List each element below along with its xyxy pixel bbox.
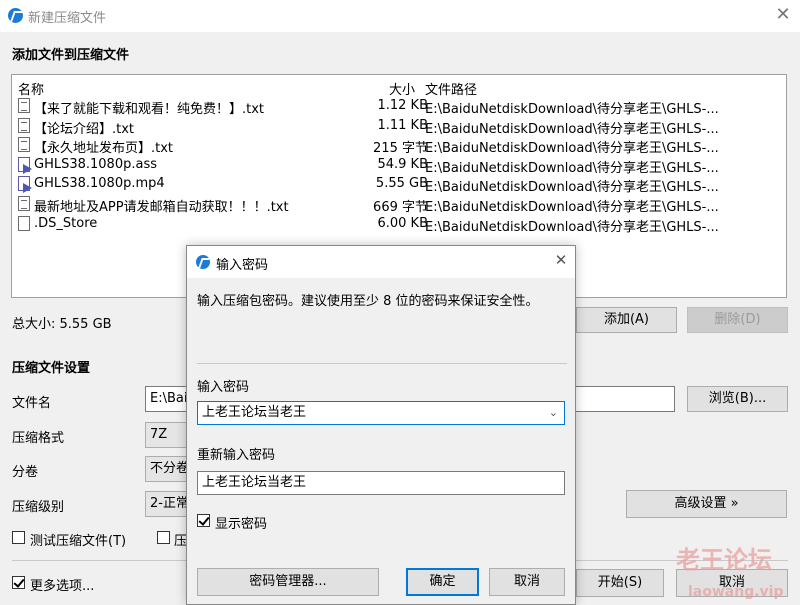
text-file-icon [18, 98, 30, 113]
start-button[interactable]: 开始(S) [576, 569, 664, 597]
media-file-icon [18, 156, 32, 174]
file-size: 5.55 GB [375, 176, 428, 192]
password-label: 输入密码 [197, 380, 250, 395]
settings-heading: 压缩文件设置 [12, 361, 91, 376]
file-row[interactable]: GHLS38.1080p.mp4 5.55 GB E:\BaiduNetdiskDo… [12, 174, 786, 196]
split-label: 分卷 [12, 465, 39, 480]
advanced-settings-button[interactable]: 高级设置 » [626, 490, 787, 518]
password-manager-button[interactable]: 密码管理器... [197, 568, 379, 596]
total-size-label: 总大小: 5.55 GB [12, 317, 112, 332]
file-size: 54.9 KB [377, 156, 428, 172]
second-option-checkbox[interactable] [157, 531, 170, 544]
more-options-label: 更多选项... [30, 579, 95, 594]
dialog-divider [197, 363, 567, 364]
more-options-checkbox[interactable] [12, 576, 25, 589]
dialog-titlebar: 输入密码 ✕ [187, 246, 575, 278]
dialog-close-icon[interactable]: ✕ [551, 251, 571, 271]
repeat-password-label: 重新输入密码 [197, 448, 276, 463]
file-row[interactable]: 最新地址及APP请发邮箱自动获取！！！.txt 669 字节 E:\BaiduNet… [12, 194, 786, 215]
delete-button[interactable]: 删除(D) [687, 307, 788, 333]
watermark-text: 老王论坛 [676, 546, 772, 574]
text-file-icon [18, 117, 30, 133]
file-name: 【来了就能下载和观看！纯免费！】.txt [34, 102, 265, 117]
file-row[interactable]: GHLS38.1080p.ass 54.9 KB E:\BaiduNetdiskDo… [12, 155, 786, 176]
password-value: 上老王论坛当老王 [202, 405, 307, 420]
file-path: E:\BaiduNetdiskDownload\待分享老王\GHLS-... [425, 160, 719, 176]
filename-label: 文件名 [12, 396, 52, 411]
file-row[interactable]: 【来了就能下载和观看！纯免费！】.txt 1.12 KB E:\BaiduNetdi… [12, 96, 786, 117]
add-files-heading: 添加文件到压缩文件 [12, 48, 130, 63]
media-file-icon [18, 176, 32, 194]
file-path: E:\BaiduNetdiskDownload\待分享老王\GHLS-... [425, 200, 719, 215]
file-size: 215 字节 [373, 141, 428, 157]
browse-button[interactable]: 浏览(B)... [687, 386, 788, 412]
file-size: 1.11 KB [377, 117, 428, 133]
show-password-label: 显示密码 [215, 517, 268, 532]
file-name: 最新地址及APP请发邮箱自动获取！！！.txt [34, 200, 289, 215]
dialog-logo-icon [196, 255, 210, 269]
dialog-ok-button[interactable]: 确定 [406, 568, 479, 596]
password-combo[interactable]: 上老王论坛当老王 ⌄ [197, 401, 565, 425]
show-password-checkbox[interactable] [197, 514, 210, 527]
file-name: 【论坛介绍】.txt [34, 121, 135, 137]
file-row[interactable]: 【论坛介绍】.txt 1.11 KB E:\BaiduNetdiskDownload… [12, 116, 786, 137]
file-size: 669 字节 [373, 200, 428, 215]
app-logo-icon [8, 8, 23, 23]
text-file-icon [18, 137, 30, 153]
chevron-down-icon[interactable]: ⌄ [549, 402, 558, 424]
close-icon[interactable]: ✕ [772, 4, 794, 26]
file-name: GHLS38.1080p.mp4 [34, 176, 165, 192]
level-label: 压缩级别 [12, 500, 65, 515]
file-path: E:\BaiduNetdiskDownload\待分享老王\GHLS-... [425, 141, 719, 157]
file-size: 6.00 KB [377, 215, 428, 231]
text-file-icon [18, 196, 30, 211]
file-name: 【永久地址发布页】.txt [34, 141, 174, 157]
repeat-password-input[interactable]: 上老王论坛当老王 [197, 471, 565, 495]
file-row[interactable]: .DS_Store 6.00 KB E:\BaiduNetdiskDownload\… [12, 214, 786, 235]
dialog-cancel-button[interactable]: 取消 [489, 568, 565, 596]
watermark-url: laowang.vip [688, 584, 784, 600]
dialog-description: 输入压缩包密码。建议使用至少 8 位的密码来保证安全性。 [197, 294, 539, 309]
file-path: E:\BaiduNetdiskDownload\待分享老王\GHLS-... [425, 121, 719, 137]
dialog-title: 输入密码 [216, 258, 269, 273]
password-dialog: 输入密码 ✕ 输入压缩包密码。建议使用至少 8 位的密码来保证安全性。 输入密码… [186, 245, 576, 605]
file-path: E:\BaiduNetdiskDownload\待分享老王\GHLS-... [425, 102, 719, 117]
format-label: 压缩格式 [12, 431, 65, 446]
file-path: E:\BaiduNetdiskDownload\待分享老王\GHLS-... [425, 180, 719, 196]
blank-file-icon [18, 215, 30, 231]
file-size: 1.12 KB [377, 98, 428, 113]
test-archive-label: 测试压缩文件(T) [30, 534, 127, 549]
add-button[interactable]: 添加(A) [576, 307, 677, 333]
file-row[interactable]: 【永久地址发布页】.txt 215 字节 E:\BaiduNetdiskDownlo… [12, 135, 786, 157]
file-name: GHLS38.1080p.ass [34, 156, 157, 172]
window-titlebar: 新建压缩文件 ✕ [0, 0, 800, 32]
file-path: E:\BaiduNetdiskDownload\待分享老王\GHLS-... [425, 219, 719, 235]
window-title: 新建压缩文件 [28, 11, 107, 26]
file-name: .DS_Store [34, 215, 98, 231]
test-archive-checkbox[interactable] [12, 531, 25, 544]
